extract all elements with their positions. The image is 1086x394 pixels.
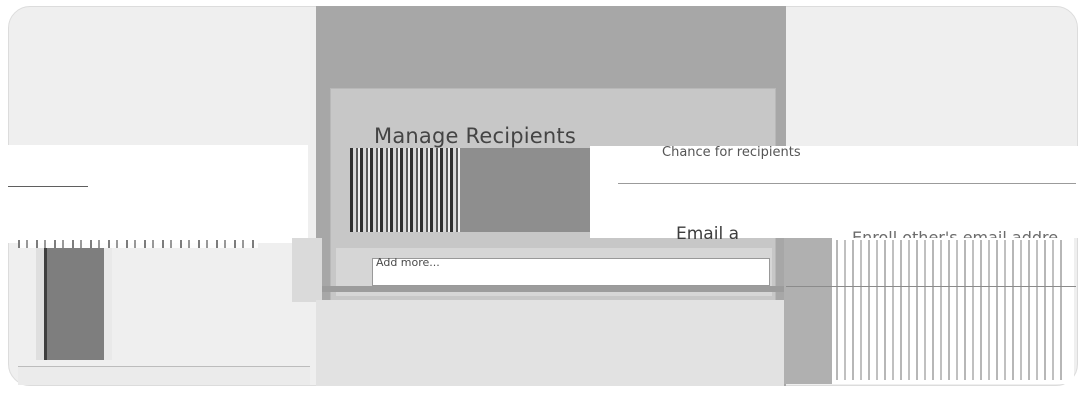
left-panel — [8, 145, 308, 243]
gray-preview-block — [460, 148, 590, 232]
top-rule — [618, 183, 1076, 184]
left-bottom-bar — [18, 366, 310, 385]
selection-rule — [322, 286, 784, 292]
right-panel-edge — [784, 238, 832, 384]
left-divider — [8, 186, 88, 187]
striped-preview — [350, 148, 460, 232]
left-preview-box — [36, 248, 112, 360]
separator-block — [292, 238, 322, 302]
dialog-title: Manage Recipients — [374, 124, 577, 148]
dialog-footer-area — [316, 300, 784, 386]
right-divider — [786, 286, 1076, 287]
email-label: Email a — [676, 224, 739, 244]
screen: Manage Recipients Chance for recipients … — [0, 0, 1086, 394]
recipient-strip — [596, 147, 876, 157]
right-striped-panel — [836, 240, 1064, 380]
left-dotted-rule — [18, 240, 258, 248]
email-input-placeholder[interactable]: Add more... — [376, 256, 440, 269]
